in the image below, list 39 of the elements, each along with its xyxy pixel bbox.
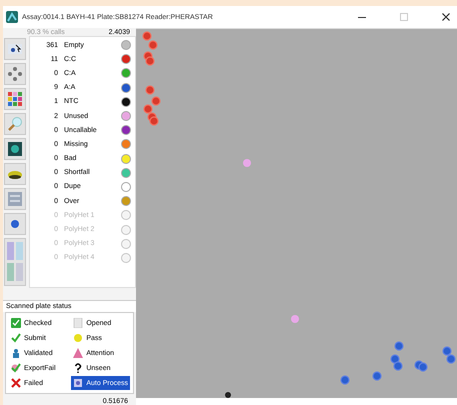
data-point bbox=[143, 104, 153, 114]
tool-button[interactable] bbox=[4, 138, 26, 160]
question-icon bbox=[73, 363, 84, 373]
data-point bbox=[442, 346, 452, 356]
data-point bbox=[142, 31, 152, 41]
data-point bbox=[446, 354, 456, 364]
data-point bbox=[393, 361, 403, 371]
page-icon bbox=[73, 318, 84, 328]
image-icon bbox=[7, 191, 23, 207]
data-point bbox=[145, 56, 155, 66]
data-point bbox=[151, 96, 161, 106]
data-point bbox=[145, 85, 155, 95]
tick-icon bbox=[11, 333, 21, 343]
magnifier-icon bbox=[7, 116, 23, 132]
scatter-icon bbox=[7, 141, 23, 157]
data-point bbox=[394, 341, 404, 351]
data-point bbox=[390, 354, 400, 364]
data-point bbox=[418, 362, 428, 372]
tick-icon bbox=[11, 363, 21, 373]
thumbnails-icon bbox=[7, 242, 23, 282]
data-point bbox=[340, 375, 350, 385]
cursor-icon bbox=[7, 41, 23, 57]
data-point bbox=[148, 40, 158, 50]
data-point bbox=[243, 159, 251, 167]
app-icon bbox=[6, 11, 18, 23]
data-point bbox=[372, 371, 382, 381]
tool-button[interactable] bbox=[4, 163, 26, 185]
crosshair-icon bbox=[7, 66, 23, 82]
data-point bbox=[225, 392, 231, 398]
tool-button[interactable] bbox=[4, 38, 26, 60]
tool-button[interactable] bbox=[4, 213, 26, 235]
data-point bbox=[291, 315, 299, 323]
checkbox-icon bbox=[11, 318, 21, 328]
data-point bbox=[149, 116, 159, 126]
person-icon bbox=[11, 348, 21, 358]
warning-icon bbox=[73, 348, 84, 358]
cross-icon bbox=[11, 378, 21, 388]
close-icon[interactable] bbox=[441, 12, 451, 22]
grid-icon bbox=[7, 91, 23, 107]
